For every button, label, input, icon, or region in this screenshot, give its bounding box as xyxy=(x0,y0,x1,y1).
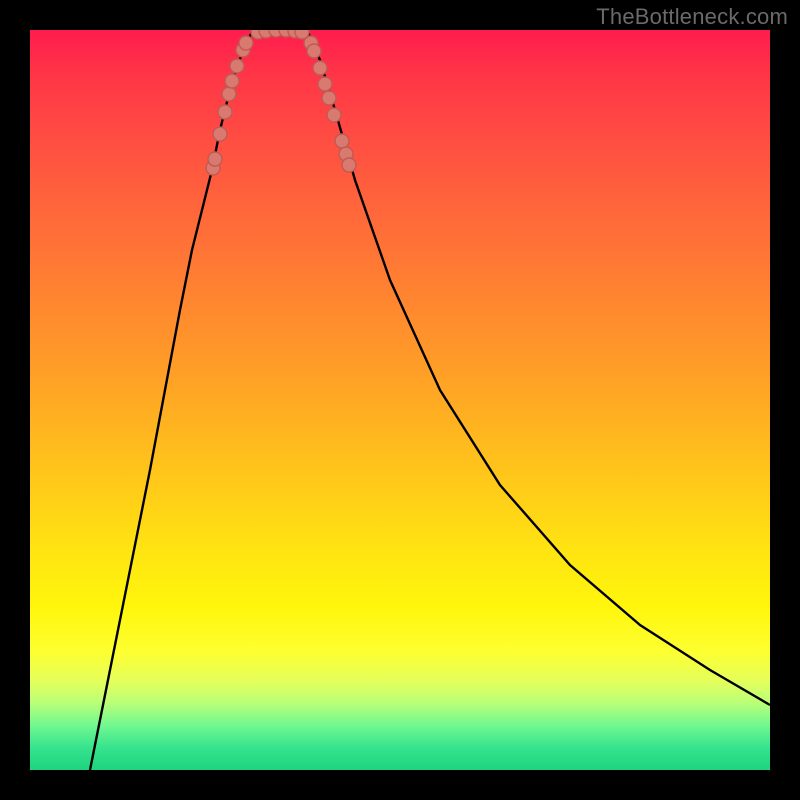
data-dot xyxy=(213,127,227,141)
data-dot xyxy=(208,152,222,166)
gradient-plot-area xyxy=(30,30,770,770)
data-dot xyxy=(295,30,309,39)
data-dot xyxy=(230,59,244,73)
curve-plot xyxy=(30,30,770,770)
bottleneck-curve xyxy=(90,30,770,770)
data-dot xyxy=(335,134,349,148)
data-dot xyxy=(225,74,239,88)
watermark-text: TheBottleneck.com xyxy=(596,4,788,30)
data-dot xyxy=(218,105,232,119)
data-dots xyxy=(206,30,356,175)
data-dot xyxy=(222,87,236,101)
data-dot xyxy=(239,36,253,50)
data-dot xyxy=(327,108,341,122)
data-dot xyxy=(322,91,336,105)
data-dot xyxy=(307,44,321,58)
data-dot xyxy=(313,61,327,75)
data-dot xyxy=(342,158,356,172)
data-dot xyxy=(318,77,332,91)
